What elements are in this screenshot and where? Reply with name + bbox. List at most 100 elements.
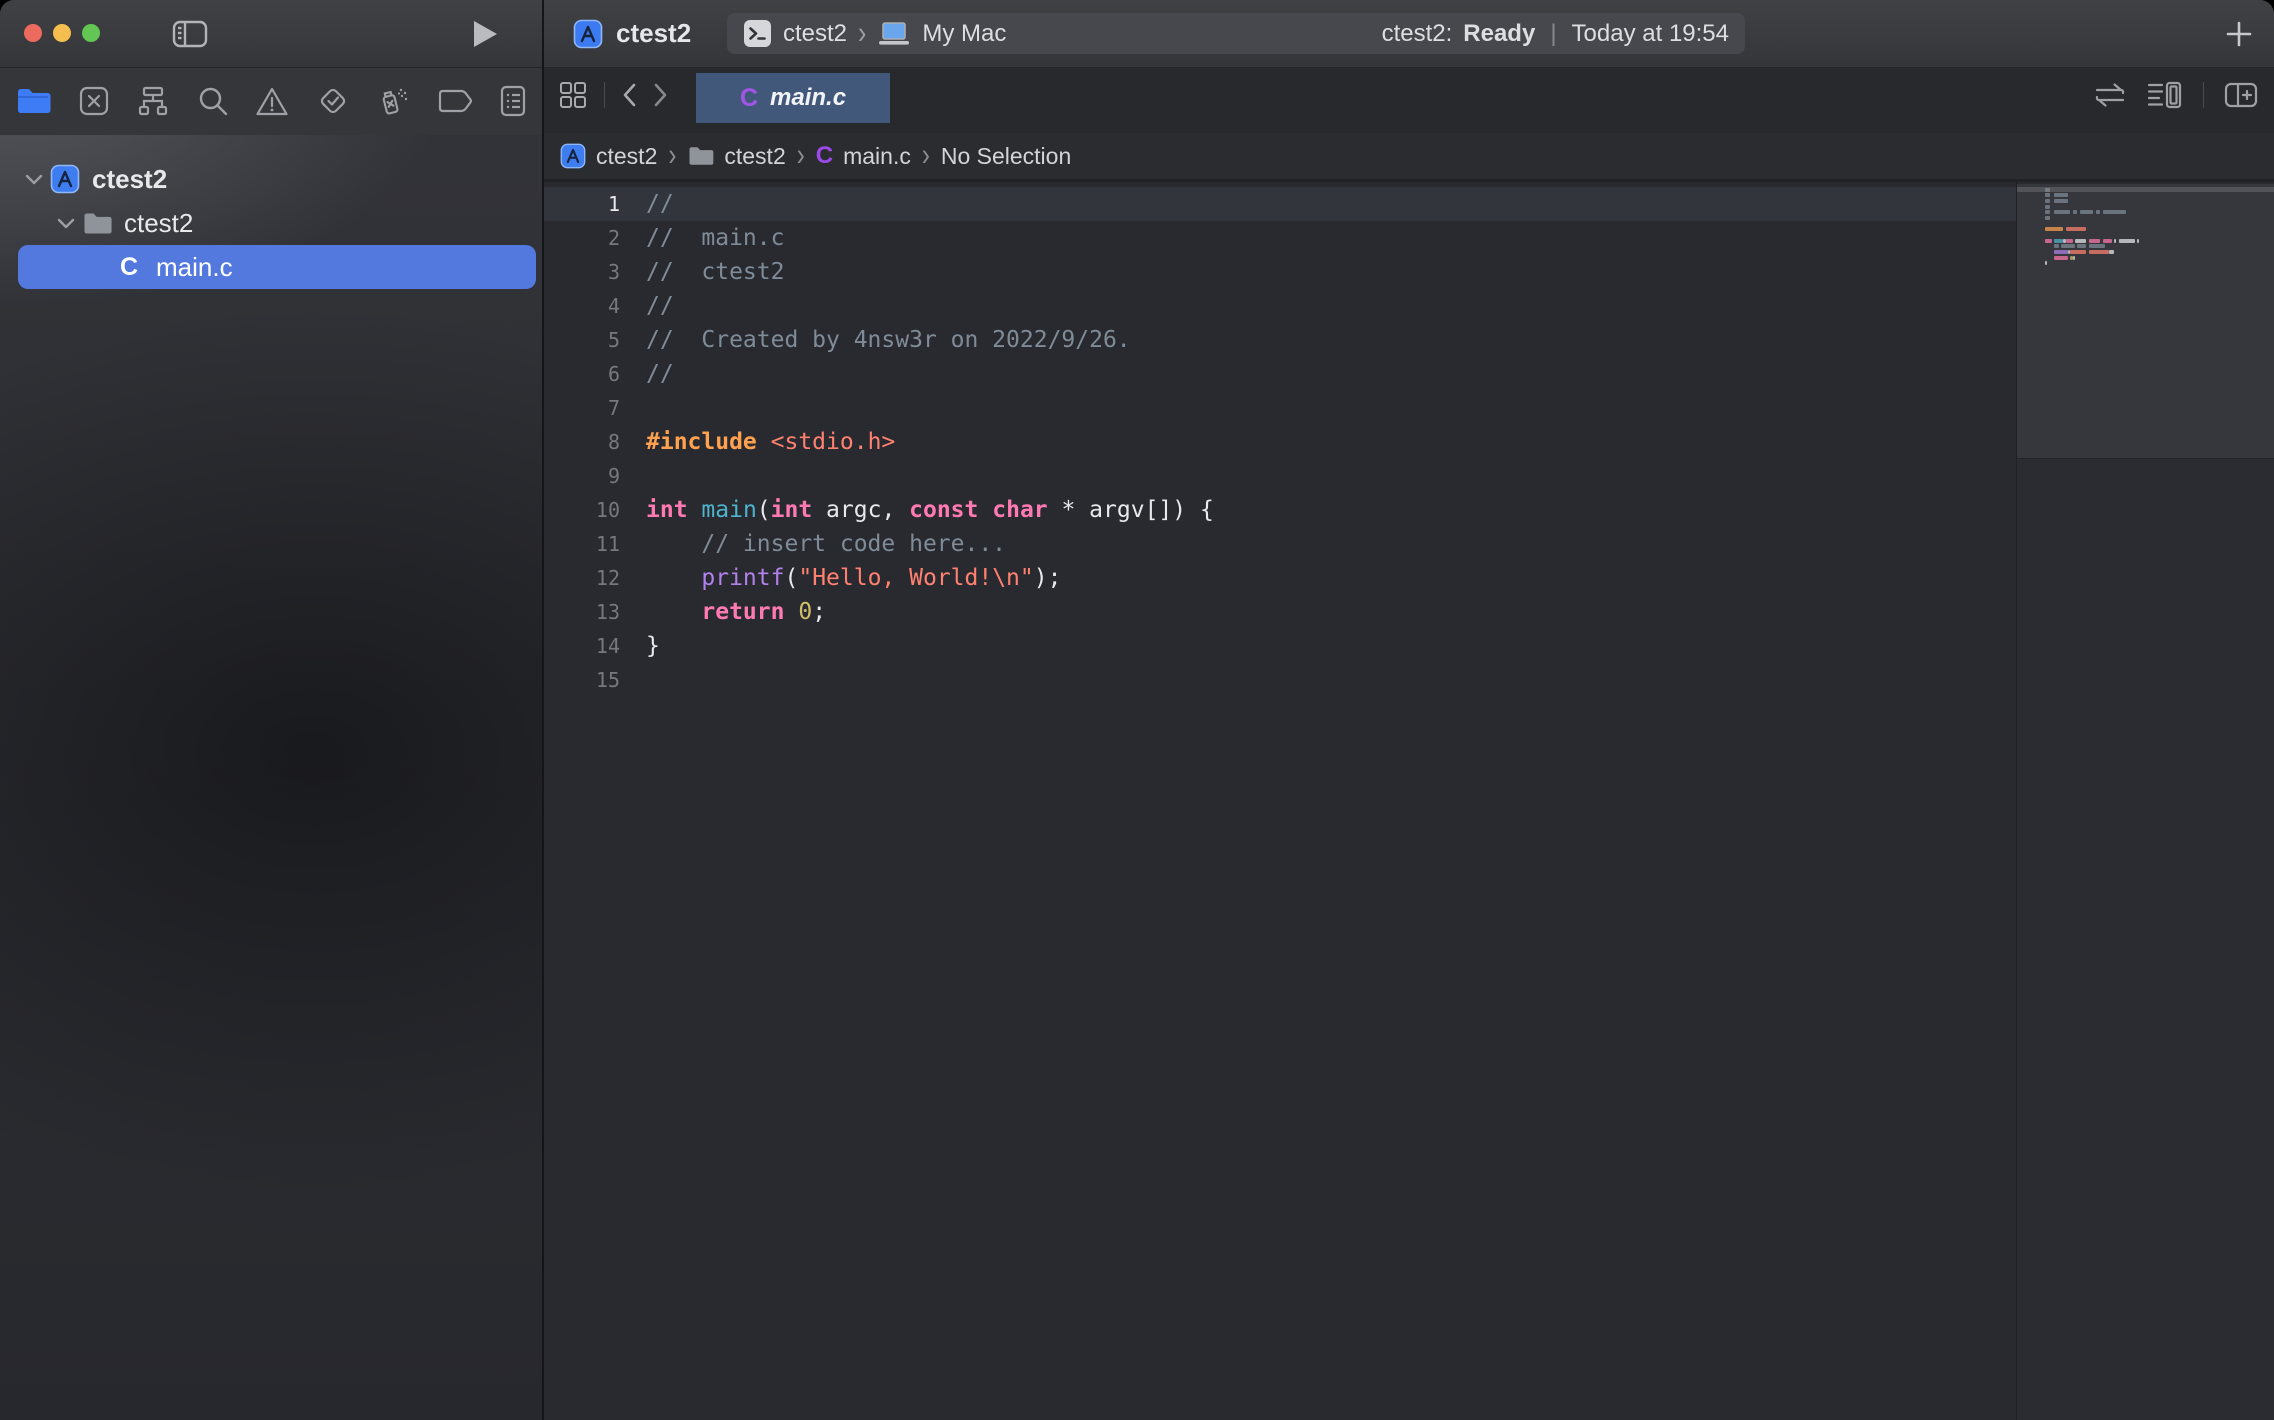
window-title: ctest2 xyxy=(616,18,691,49)
folder-icon xyxy=(687,145,714,167)
code-line-7[interactable]: 7 xyxy=(544,391,2016,425)
code-line-11[interactable]: 11 // insert code here... xyxy=(544,527,2016,561)
disclosure-chevron[interactable] xyxy=(52,218,80,229)
debug-navigator-icon[interactable] xyxy=(376,84,410,118)
code-line-14[interactable]: 14} xyxy=(544,629,2016,663)
minimap-current-line-highlight xyxy=(2017,187,2274,192)
disclosure-chevron[interactable] xyxy=(20,174,48,185)
window-project-badge: ctest2 xyxy=(573,0,691,67)
tab-main-c[interactable]: C main.c xyxy=(696,73,890,123)
activity-status[interactable]: ctest2: Ready | Today at 19:54 xyxy=(1382,20,1729,48)
code-lines[interactable]: 1//2// main.c3// ctest24//5// Created by… xyxy=(544,187,2016,697)
code-line-3[interactable]: 3 // ctest2 xyxy=(544,255,2016,289)
navigator-bar xyxy=(0,67,542,135)
line-number[interactable]: 14 xyxy=(544,634,620,658)
code-review-button[interactable] xyxy=(2093,82,2127,108)
scheme-destination[interactable]: My Mac xyxy=(922,20,1006,48)
scheme-target[interactable]: ctest2 xyxy=(783,20,847,48)
chevron-right-icon: › xyxy=(668,138,676,174)
code-line-4[interactable]: 4// xyxy=(544,289,2016,323)
line-number[interactable]: 12 xyxy=(544,566,620,590)
minimap-lower-area xyxy=(2017,458,2274,1420)
chevron-right-icon: › xyxy=(797,138,805,174)
line-number[interactable]: 11 xyxy=(544,532,620,556)
xcode-project-icon xyxy=(560,143,586,169)
source-control-navigator-icon[interactable] xyxy=(78,85,110,117)
line-number[interactable]: 7 xyxy=(544,396,620,420)
breakpoint-navigator-icon[interactable] xyxy=(437,88,473,114)
editor-options-button[interactable] xyxy=(2147,81,2183,109)
issue-navigator-icon[interactable] xyxy=(255,86,289,117)
toggle-sidebar-button[interactable] xyxy=(172,0,208,67)
navigate-back-button[interactable] xyxy=(621,82,637,108)
tab-overview-button[interactable] xyxy=(558,80,588,110)
code-text: int main(int argc, const char * argv[]) … xyxy=(646,497,1214,523)
line-number[interactable]: 1 xyxy=(544,192,620,216)
run-button[interactable] xyxy=(472,0,498,67)
code-line-10[interactable]: 10 int main(int argc, const char * argv[]… xyxy=(544,493,2016,527)
jumpbar-label: main.c xyxy=(843,143,911,170)
navigate-forward-button[interactable] xyxy=(653,82,669,108)
play-icon xyxy=(472,19,498,49)
line-number[interactable]: 15 xyxy=(544,668,620,692)
project-navigator-icon[interactable] xyxy=(15,86,51,116)
code-line-2[interactable]: 2 // main.c xyxy=(544,221,2016,255)
toolbar-separator xyxy=(604,82,605,108)
source-editor[interactable]: 1//2// main.c3// ctest24//5// Created by… xyxy=(544,182,2274,1420)
disclosure-chevron-icon xyxy=(25,174,43,185)
code-text: // insert code here... xyxy=(646,531,1006,557)
xcode-project-icon xyxy=(573,19,603,49)
line-number[interactable]: 13 xyxy=(544,600,620,624)
line-number[interactable]: 4 xyxy=(544,294,620,318)
my-mac-icon xyxy=(877,21,911,47)
tree-row-ctest2[interactable]: ctest2 xyxy=(18,157,536,201)
disclosure-chevron-icon xyxy=(57,218,75,229)
jumpbar-item-group[interactable]: ctest2 xyxy=(687,143,785,170)
line-number[interactable]: 9 xyxy=(544,464,620,488)
scheme-selector[interactable]: ctest2 › My Mac xyxy=(743,19,1006,48)
minimize-button[interactable] xyxy=(53,24,71,42)
line-number[interactable]: 3 xyxy=(544,260,620,284)
jumpbar-item-project[interactable]: ctest2 xyxy=(560,143,657,170)
jumpbar-item-file[interactable]: C main.c xyxy=(816,142,911,170)
code-line-6[interactable]: 6 // xyxy=(544,357,2016,391)
line-number[interactable]: 2 xyxy=(544,226,620,250)
code-line-13[interactable]: 13 return 0; xyxy=(544,595,2016,629)
test-navigator-icon[interactable] xyxy=(316,84,350,118)
code-text: return 0; xyxy=(646,599,826,625)
sidebar-resize-divider[interactable] xyxy=(542,0,544,1420)
report-navigator-icon[interactable] xyxy=(499,85,527,117)
tree-item-label: ctest2 xyxy=(92,164,167,195)
jumpbar-label: ctest2 xyxy=(596,143,657,170)
line-number[interactable]: 8 xyxy=(544,430,620,454)
close-button[interactable] xyxy=(24,24,42,42)
code-text: } xyxy=(646,633,660,659)
code-text: // ctest2 xyxy=(646,259,784,285)
status-separator: | xyxy=(1546,20,1560,48)
code-text: // main.c xyxy=(646,225,784,251)
code-line-5[interactable]: 5// Created by 4nsw3r on 2022/9/26. xyxy=(544,323,2016,357)
line-number[interactable]: 5 xyxy=(544,328,620,352)
find-navigator-icon[interactable] xyxy=(197,85,229,117)
zoom-button[interactable] xyxy=(82,24,100,42)
add-editor-button[interactable] xyxy=(2224,82,2258,108)
code-text: // xyxy=(646,361,674,387)
jumpbar-item-selection[interactable]: No Selection xyxy=(941,143,1071,170)
tree-row-ctest2[interactable]: ctest2 xyxy=(18,201,536,245)
code-text: // xyxy=(646,191,674,217)
sidebar-toggle-icon xyxy=(172,20,208,48)
code-line-1[interactable]: 1 // xyxy=(544,187,2016,221)
code-line-12[interactable]: 12 printf("Hello, World!\n"); xyxy=(544,561,2016,595)
add-tab-button[interactable] xyxy=(2226,0,2252,67)
line-number[interactable]: 10 xyxy=(544,498,620,522)
code-line-8[interactable]: 8#include <stdio.h> xyxy=(544,425,2016,459)
code-line-15[interactable]: 15 xyxy=(544,663,2016,697)
code-line-9[interactable]: 9 xyxy=(544,459,2016,493)
symbol-navigator-icon[interactable] xyxy=(136,85,170,117)
minimap[interactable] xyxy=(2017,184,2274,461)
plus-icon xyxy=(2226,21,2252,47)
tree-item-icon xyxy=(48,164,82,194)
c-file-icon: C xyxy=(120,253,138,282)
tree-row-main-c[interactable]: Cmain.c xyxy=(18,245,536,289)
line-number[interactable]: 6 xyxy=(544,362,620,386)
